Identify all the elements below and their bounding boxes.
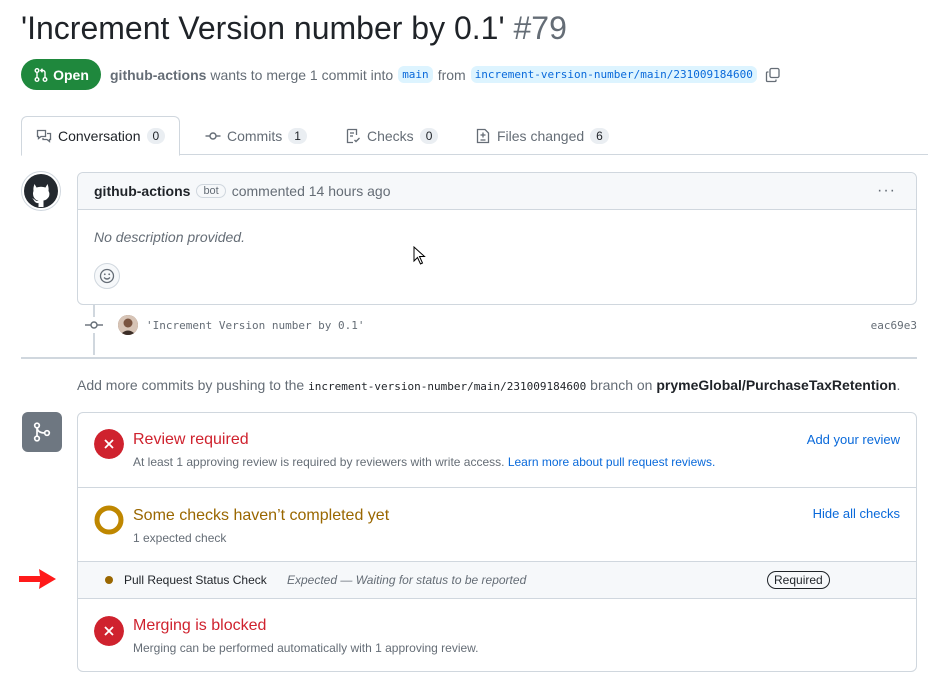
tab-files-changed-count: 6 xyxy=(590,127,609,144)
tab-commits[interactable]: Commits 1 xyxy=(205,116,307,155)
push-info-repo[interactable]: prymeGlobal/PurchaseTaxRetention xyxy=(656,377,896,393)
push-info: Add more commits by pushing to the incre… xyxy=(77,377,900,393)
kebab-menu-icon[interactable]: ··· xyxy=(877,182,896,200)
pending-ring-icon xyxy=(94,505,124,535)
merge-box: Review required At least 1 approving rev… xyxy=(77,412,917,672)
timeline-commit: 'Increment Version number by 0.1' eac69e… xyxy=(84,313,917,337)
git-merge-icon xyxy=(33,422,51,442)
person-avatar-icon xyxy=(118,315,138,335)
pr-title: 'Increment Version number by 0.1' xyxy=(21,10,505,46)
open-state-label: Open xyxy=(53,66,89,83)
file-diff-icon xyxy=(476,128,490,143)
tab-conversation-count: 0 xyxy=(146,128,166,144)
git-commit-icon xyxy=(205,131,221,140)
commit-sha[interactable]: eac69e3 xyxy=(871,319,917,332)
checks-pending-title: Some checks haven’t completed yet xyxy=(133,507,390,524)
check-item-name: Pull Request Status Check xyxy=(124,573,267,587)
git-pull-request-icon xyxy=(34,67,48,82)
check-item-row: Pull Request Status Check Expected — Wai… xyxy=(78,562,916,599)
checks-pending-subtitle: 1 expected check xyxy=(133,531,227,545)
tab-conversation-label: Conversation xyxy=(58,128,141,144)
bot-badge: bot xyxy=(196,184,226,198)
review-required-section: Review required At least 1 approving rev… xyxy=(78,413,916,488)
tab-checks[interactable]: Checks 0 xyxy=(345,116,439,155)
push-info-prefix: Add more commits by pushing to the xyxy=(77,377,305,393)
tab-commits-count: 1 xyxy=(288,127,307,144)
push-info-branch: increment-version-number/main/2310091846… xyxy=(308,380,587,393)
pending-dot-icon xyxy=(105,576,113,584)
check-item-description: Expected — Waiting for status to be repo… xyxy=(287,573,527,587)
pr-number: #79 xyxy=(513,10,567,46)
mouse-pointer-icon xyxy=(413,246,426,265)
review-required-title: Review required xyxy=(133,431,249,448)
head-branch[interactable]: increment-version-number/main/2310091846… xyxy=(470,66,757,83)
add-your-review-link[interactable]: Add your review xyxy=(807,432,900,447)
learn-more-reviews-link[interactable]: Learn more about pull request reviews. xyxy=(508,455,715,469)
avatar[interactable] xyxy=(21,171,61,211)
from-text: from xyxy=(437,66,466,83)
comment-body: No description provided. xyxy=(94,229,245,245)
git-commit-icon xyxy=(84,317,104,333)
open-state-badge: Open xyxy=(21,59,101,90)
github-octocat-icon xyxy=(24,174,58,208)
merging-blocked-section: Merging is blocked Merging can be perfor… xyxy=(78,599,916,673)
pr-meta: github-actions wants to merge 1 commit i… xyxy=(110,66,781,83)
push-info-middle: branch on xyxy=(590,377,653,393)
tab-files-changed-label: Files changed xyxy=(497,127,585,144)
timeline-separator xyxy=(21,357,917,359)
pr-title-row: 'Increment Version number by 0.1' #79 xyxy=(21,10,567,47)
comment-author[interactable]: github-actions xyxy=(94,183,190,199)
comment-timestamp[interactable]: commented 14 hours ago xyxy=(232,183,391,199)
merging-blocked-subtitle: Merging can be performed automatically w… xyxy=(133,641,479,655)
pr-tabs: Conversation 0 Commits 1 Checks 0 Files … xyxy=(21,116,928,156)
base-branch[interactable]: main xyxy=(398,66,433,83)
merging-blocked-title: Merging is blocked xyxy=(133,617,267,634)
checks-pending-section: Some checks haven’t completed yet 1 expe… xyxy=(78,488,916,562)
merge-status-icon-box xyxy=(22,412,62,452)
comment-header: github-actions bot commented 14 hours ag… xyxy=(78,173,916,210)
tab-checks-label: Checks xyxy=(367,127,414,144)
commit-author-avatar[interactable] xyxy=(118,315,138,335)
red-arrow-annotation-icon xyxy=(19,569,56,589)
required-badge: Required xyxy=(767,571,830,589)
push-info-suffix: . xyxy=(896,377,901,393)
tab-files-changed[interactable]: Files changed 6 xyxy=(475,116,609,155)
x-circle-icon xyxy=(94,616,124,646)
x-circle-icon xyxy=(94,429,124,459)
smiley-icon xyxy=(99,268,115,284)
pr-author-link[interactable]: github-actions xyxy=(110,67,206,83)
commit-message[interactable]: 'Increment Version number by 0.1' xyxy=(146,319,365,332)
add-reaction-button[interactable] xyxy=(94,263,120,289)
pr-state-row: Open github-actions wants to merge 1 com… xyxy=(21,59,781,90)
comment-box: github-actions bot commented 14 hours ag… xyxy=(77,172,917,305)
review-required-text: At least 1 approving review is required … xyxy=(133,455,505,469)
copy-icon[interactable] xyxy=(765,67,781,83)
hide-all-checks-link[interactable]: Hide all checks xyxy=(813,506,900,521)
comment-discussion-icon xyxy=(36,129,52,143)
tab-commits-label: Commits xyxy=(227,127,283,144)
checklist-icon xyxy=(346,128,360,143)
pr-action-text: wants to merge 1 commit into xyxy=(210,66,394,83)
review-required-subtitle: At least 1 approving review is required … xyxy=(133,455,715,469)
tab-conversation[interactable]: Conversation 0 xyxy=(21,116,181,156)
tab-checks-count: 0 xyxy=(419,127,439,144)
